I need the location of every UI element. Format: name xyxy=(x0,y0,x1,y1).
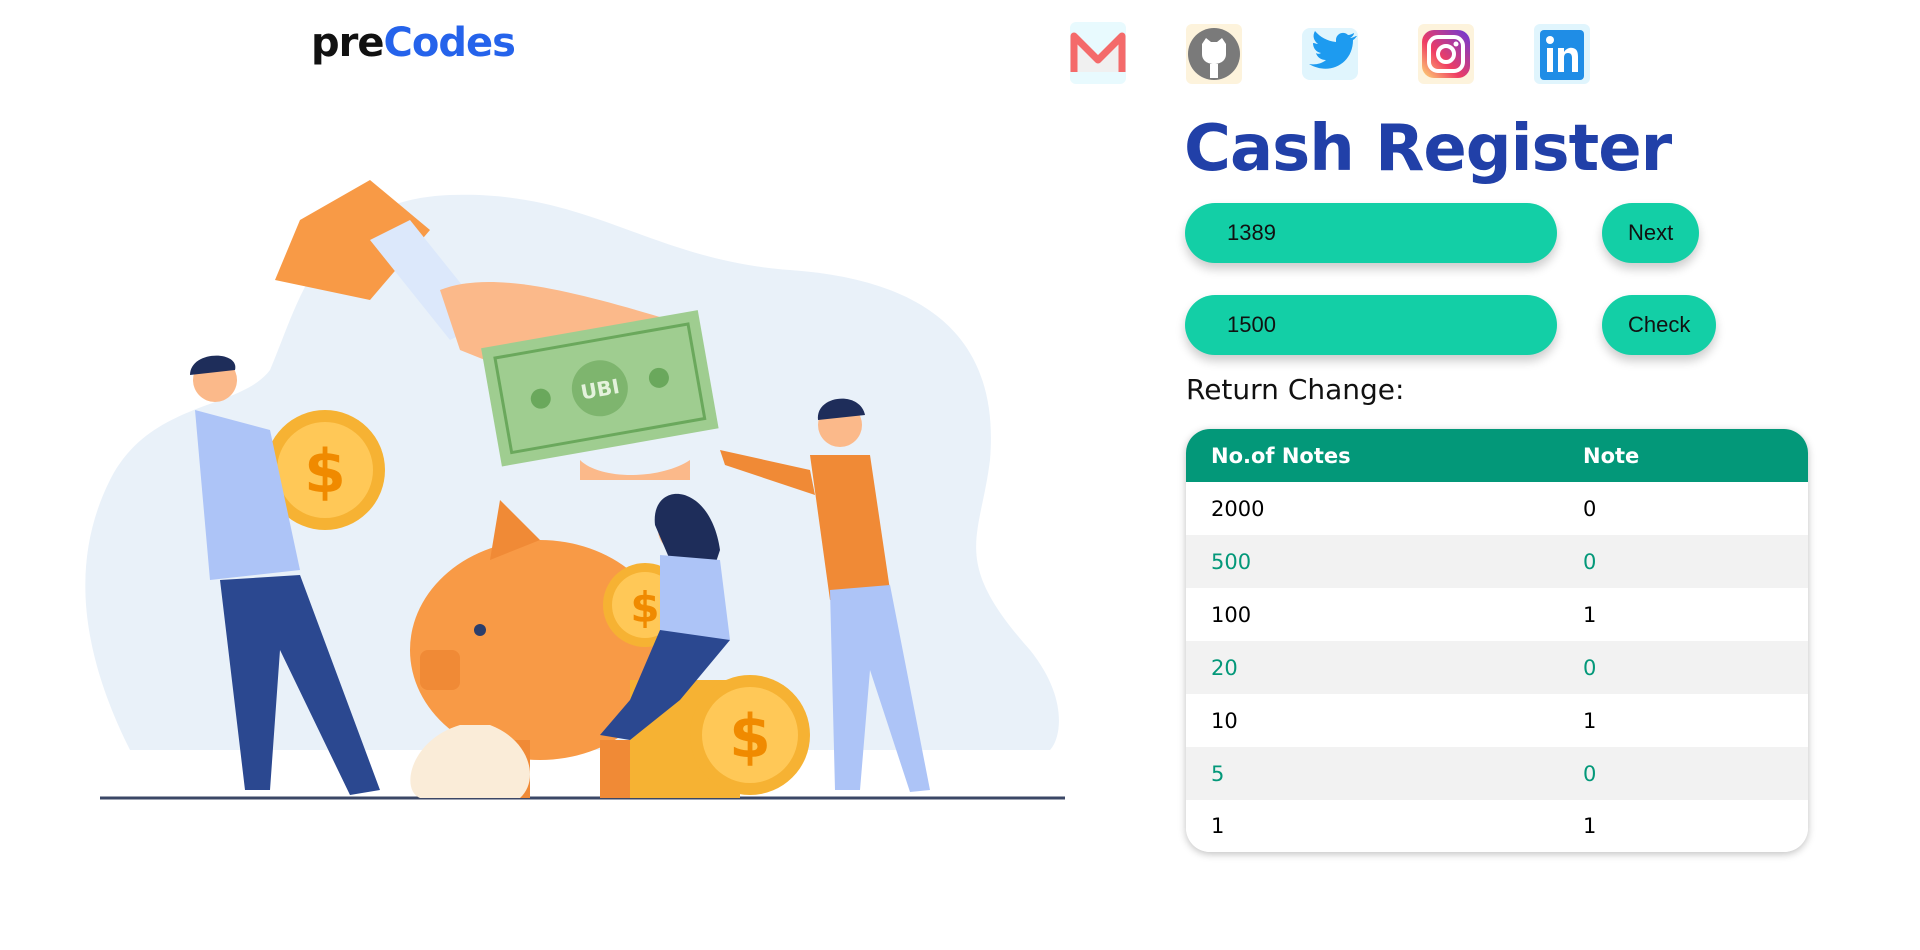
header-no-of-notes: No.of Notes xyxy=(1211,443,1351,468)
svg-text:$: $ xyxy=(729,702,771,772)
denomination: 100 xyxy=(1211,602,1252,627)
table-row: 10 1 xyxy=(1186,694,1808,747)
table-row: 2000 0 xyxy=(1186,482,1808,535)
count: 0 xyxy=(1583,761,1597,786)
svg-text:$: $ xyxy=(304,437,346,507)
linkedin-icon[interactable] xyxy=(1530,20,1594,86)
denomination: 5 xyxy=(1211,761,1225,786)
table-header: No.of Notes Note xyxy=(1186,429,1808,482)
table-row: 11 xyxy=(1186,800,1808,852)
check-button[interactable]: Check xyxy=(1602,295,1717,355)
count: 0 xyxy=(1583,549,1597,574)
table-row: 20 0 xyxy=(1186,641,1808,694)
logo[interactable]: preCodes xyxy=(311,20,516,66)
denomination: 1 xyxy=(1211,814,1225,838)
page-title: Cash Register xyxy=(1184,112,1672,186)
denomination: 20 xyxy=(1211,655,1238,680)
count: 1 xyxy=(1583,814,1597,838)
change-table: No.of Notes Note 2000 0 500 0 100 1 20 0 10 1 … xyxy=(1186,429,1808,852)
return-change-label: Return Change: xyxy=(1186,373,1405,406)
denomination: 500 xyxy=(1211,549,1252,574)
next-button[interactable]: Next xyxy=(1602,203,1700,263)
count: 0 xyxy=(1583,496,1597,521)
social-links xyxy=(1066,20,1594,86)
table-row: 100 1 xyxy=(1186,588,1808,641)
logo-codes: Codes xyxy=(383,20,516,66)
logo-pre: pre xyxy=(311,20,384,66)
table-row: 50 xyxy=(1186,747,1808,800)
cash-given-input[interactable] xyxy=(1185,295,1557,355)
count: 0 xyxy=(1583,655,1597,680)
count: 1 xyxy=(1583,708,1597,733)
bill-amount-input[interactable] xyxy=(1185,203,1557,263)
table-row: 500 0 xyxy=(1186,535,1808,588)
github-icon[interactable] xyxy=(1182,20,1246,86)
denomination: 2000 xyxy=(1211,496,1265,521)
gmail-icon[interactable] xyxy=(1066,20,1130,86)
count: 1 xyxy=(1583,602,1597,627)
svg-text:$: $ xyxy=(630,583,659,632)
twitter-icon[interactable] xyxy=(1298,20,1362,86)
header-note: Note xyxy=(1583,443,1640,468)
cash-illustration: UBI $ $ $ xyxy=(70,180,1070,810)
denomination: 10 xyxy=(1211,708,1238,733)
instagram-icon[interactable] xyxy=(1414,20,1478,86)
